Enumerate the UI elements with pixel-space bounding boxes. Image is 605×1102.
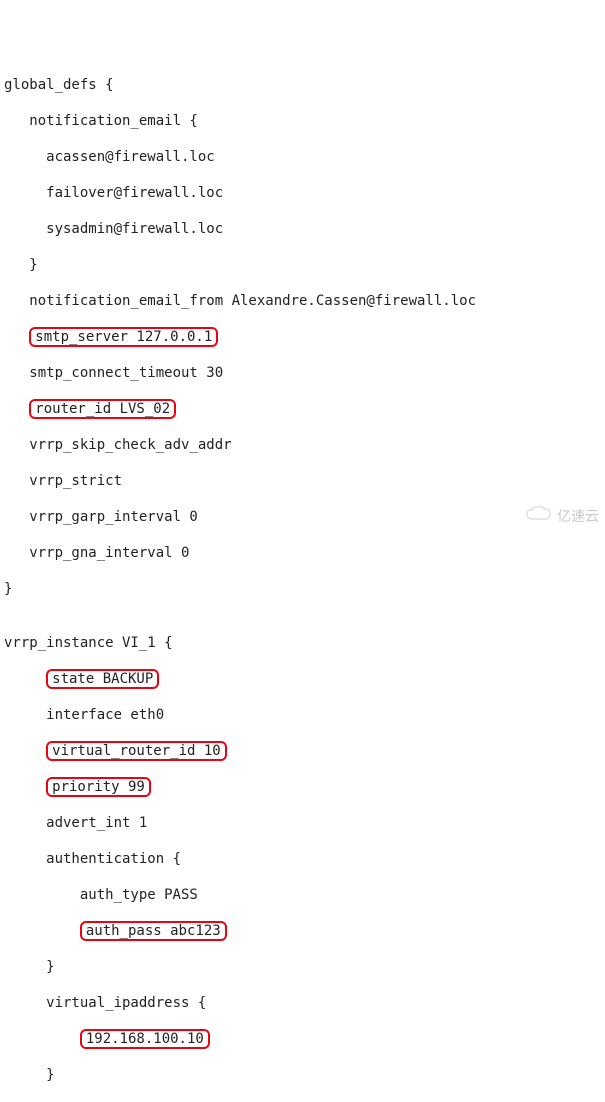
cfg-line: } <box>4 580 601 598</box>
cfg-line-hl: state BACKUP <box>4 670 601 688</box>
cfg-line: sysadmin@firewall.loc <box>4 220 601 238</box>
cfg-line: auth_type PASS <box>4 886 601 904</box>
cfg-line: advert_int 1 <box>4 814 601 832</box>
highlight-box: router_id LVS_02 <box>29 399 176 419</box>
cfg-line: vrrp_gna_interval 0 <box>4 544 601 562</box>
highlight-box: smtp_server 127.0.0.1 <box>29 327 218 347</box>
highlight-box: auth_pass abc123 <box>80 921 227 941</box>
cfg-line: failover@firewall.loc <box>4 184 601 202</box>
cfg-line: vrrp_instance VI_1 { <box>4 634 601 652</box>
cfg-line: notification_email_from Alexandre.Cassen… <box>4 292 601 310</box>
cfg-line: interface eth0 <box>4 706 601 724</box>
cfg-line: } <box>4 1066 601 1084</box>
highlight-box: priority 99 <box>46 777 151 797</box>
highlight-box: state BACKUP <box>46 669 159 689</box>
cfg-line: smtp_connect_timeout 30 <box>4 364 601 382</box>
highlight-box: 192.168.100.10 <box>80 1029 210 1049</box>
cfg-line: vrrp_skip_check_adv_addr <box>4 436 601 454</box>
cfg-line-hl: virtual_router_id 10 <box>4 742 601 760</box>
cloud-icon <box>509 487 553 545</box>
cfg-line: notification_email { <box>4 112 601 130</box>
cfg-line: virtual_ipaddress { <box>4 994 601 1012</box>
cfg-line: } <box>4 256 601 274</box>
cfg-line-hl: smtp_server 127.0.0.1 <box>4 328 601 346</box>
watermark-text: 亿速云 <box>557 507 599 525</box>
cfg-line-hl: router_id LVS_02 <box>4 400 601 418</box>
highlight-box: virtual_router_id 10 <box>46 741 227 761</box>
cfg-line: global_defs { <box>4 76 601 94</box>
cfg-line-hl: priority 99 <box>4 778 601 796</box>
cfg-line: } <box>4 958 601 976</box>
cfg-line-hl: 192.168.100.10 <box>4 1030 601 1048</box>
cfg-line: acassen@firewall.loc <box>4 148 601 166</box>
watermark: 亿速云 <box>509 487 599 545</box>
cfg-line-hl: auth_pass abc123 <box>4 922 601 940</box>
cfg-line: authentication { <box>4 850 601 868</box>
